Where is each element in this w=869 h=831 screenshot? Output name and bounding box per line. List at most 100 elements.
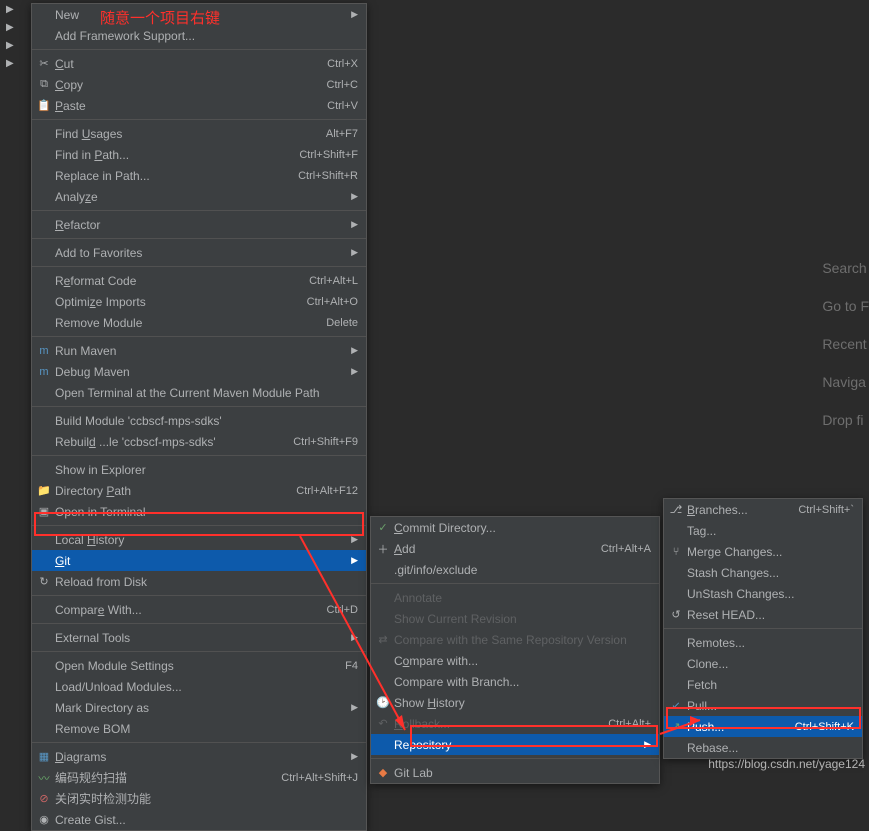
menu-remove-bom[interactable]: Remove BOM (32, 718, 366, 739)
menu-fetch[interactable]: Fetch (664, 674, 862, 695)
menu-rollback: ↶Rollback...Ctrl+Alt+ (371, 713, 659, 734)
menu-compare-same: ⇄Compare with the Same Repository Versio… (371, 629, 659, 650)
git-submenu: ✓Commit Directory... ＋AddCtrl+Alt+A .git… (370, 516, 660, 784)
menu-find-in-path[interactable]: Find in Path...Ctrl+Shift+F (32, 144, 366, 165)
menu-favorites[interactable]: Add to Favorites▶ (32, 242, 366, 263)
tree-arrow[interactable]: ▶ (2, 40, 30, 58)
menu-replace-in-path[interactable]: Replace in Path...Ctrl+Shift+R (32, 165, 366, 186)
tree-arrow[interactable]: ▶ (2, 4, 30, 22)
maven-icon: m (35, 345, 53, 357)
tree-arrow[interactable]: ▶ (2, 22, 30, 40)
separator (32, 210, 366, 211)
menu-show-current: Show Current Revision (371, 608, 659, 629)
rollback-icon: ↶ (374, 717, 392, 730)
menu-framework[interactable]: Add Framework Support... (32, 25, 366, 46)
menu-cut[interactable]: ✂CutCtrl+X (32, 53, 366, 74)
menu-compare-with[interactable]: Compare with... (371, 650, 659, 671)
separator (32, 119, 366, 120)
menu-clone[interactable]: Clone... (664, 653, 862, 674)
close-scan-icon: ⊘ (35, 792, 53, 805)
folder-icon: 📁 (35, 484, 53, 497)
separator (32, 336, 366, 337)
separator (32, 525, 366, 526)
menu-copy[interactable]: ⧉CopyCtrl+C (32, 74, 366, 95)
menu-create-gist[interactable]: ◉Create Gist... (32, 809, 366, 830)
history-icon: 🕑 (374, 696, 392, 709)
gitlab-icon: ◆ (374, 766, 392, 779)
merge-icon: ⑂ (667, 546, 685, 558)
separator (371, 583, 659, 584)
menu-repository[interactable]: Repository▶ (371, 734, 659, 755)
menu-load-unload[interactable]: Load/Unload Modules... (32, 676, 366, 697)
menu-open-terminal-maven[interactable]: Open Terminal at the Current Maven Modul… (32, 382, 366, 403)
separator (32, 651, 366, 652)
add-icon: ＋ (374, 541, 392, 557)
menu-exclude[interactable]: .git/info/exclude (371, 559, 659, 580)
menu-rebase[interactable]: Rebase... (664, 737, 862, 758)
separator (664, 628, 862, 629)
menu-gitlab[interactable]: ◆Git Lab (371, 762, 659, 783)
menu-compare-branch[interactable]: Compare with Branch... (371, 671, 659, 692)
menu-commit[interactable]: ✓Commit Directory... (371, 517, 659, 538)
menu-pull[interactable]: ↙Pull... (664, 695, 862, 716)
menu-paste[interactable]: 📋PasteCtrl+V (32, 95, 366, 116)
menu-run-maven[interactable]: mRun Maven▶ (32, 340, 366, 361)
menu-build-module[interactable]: Build Module 'ccbscf-mps-sdks' (32, 410, 366, 431)
menu-mark-directory[interactable]: Mark Directory as▶ (32, 697, 366, 718)
menu-directory-path[interactable]: 📁Directory PathCtrl+Alt+F12 (32, 480, 366, 501)
menu-git[interactable]: Git▶ (32, 550, 366, 571)
menu-merge[interactable]: ⑂Merge Changes... (664, 541, 862, 562)
github-icon: ◉ (35, 813, 53, 826)
menu-reformat[interactable]: Reformat CodeCtrl+Alt+L (32, 270, 366, 291)
menu-diagrams[interactable]: ▦Diagrams▶ (32, 746, 366, 767)
menu-optimize[interactable]: Optimize ImportsCtrl+Alt+O (32, 291, 366, 312)
diff-icon: ⇄ (374, 633, 392, 646)
copy-icon: ⧉ (35, 78, 53, 91)
menu-stash[interactable]: Stash Changes... (664, 562, 862, 583)
diagram-icon: ▦ (35, 750, 53, 763)
separator (32, 595, 366, 596)
cut-icon: ✂ (35, 57, 53, 70)
menu-compare[interactable]: Compare With...Ctrl+D (32, 599, 366, 620)
separator (32, 266, 366, 267)
menu-show-history[interactable]: 🕑Show History (371, 692, 659, 713)
branch-icon: ⎇ (667, 503, 685, 516)
menu-unstash[interactable]: UnStash Changes... (664, 583, 862, 604)
menu-debug-maven[interactable]: mDebug Maven▶ (32, 361, 366, 382)
terminal-icon: ▣ (35, 505, 53, 518)
menu-reload-disk[interactable]: ↻Reload from Disk (32, 571, 366, 592)
menu-module-settings[interactable]: Open Module SettingsF4 (32, 655, 366, 676)
menu-close-realtime[interactable]: ⊘关闭实时检测功能 (32, 788, 366, 809)
background-hints: Search Go to F Recent Naviga Drop fi (822, 260, 869, 450)
separator (32, 623, 366, 624)
menu-add[interactable]: ＋AddCtrl+Alt+A (371, 538, 659, 559)
menu-remotes[interactable]: Remotes... (664, 632, 862, 653)
menu-local-history[interactable]: Local History▶ (32, 529, 366, 550)
maven-icon: m (35, 366, 53, 378)
menu-open-terminal[interactable]: ▣Open in Terminal (32, 501, 366, 522)
menu-refactor[interactable]: Refactor▶ (32, 214, 366, 235)
menu-branches[interactable]: ⎇Branches...Ctrl+Shift+` (664, 499, 862, 520)
watermark: https://blog.csdn.net/yage124 (708, 757, 865, 771)
tree-arrow[interactable]: ▶ (2, 58, 30, 76)
separator (32, 455, 366, 456)
menu-find-usages[interactable]: Find UsagesAlt+F7 (32, 123, 366, 144)
menu-show-explorer[interactable]: Show in Explorer (32, 459, 366, 480)
push-icon: ↗ (667, 720, 685, 733)
menu-reset[interactable]: ↺Reset HEAD... (664, 604, 862, 625)
paste-icon: 📋 (35, 99, 53, 112)
separator (32, 406, 366, 407)
menu-rebuild[interactable]: Rebuild ...le 'ccbscf-mps-sdks'Ctrl+Shif… (32, 431, 366, 452)
separator (371, 758, 659, 759)
menu-tag[interactable]: Tag... (664, 520, 862, 541)
menu-encoding-scan[interactable]: 〰编码规约扫描Ctrl+Alt+Shift+J (32, 767, 366, 788)
scan-icon: 〰 (35, 770, 53, 786)
menu-remove-module[interactable]: Remove ModuleDelete (32, 312, 366, 333)
menu-annotate: Annotate (371, 587, 659, 608)
menu-push[interactable]: ↗Push...Ctrl+Shift+K (664, 716, 862, 737)
separator (32, 742, 366, 743)
menu-analyze[interactable]: Analyze▶ (32, 186, 366, 207)
menu-external-tools[interactable]: External Tools▶ (32, 627, 366, 648)
separator (32, 49, 366, 50)
context-menu: New▶ Add Framework Support... ✂CutCtrl+X… (31, 3, 367, 831)
